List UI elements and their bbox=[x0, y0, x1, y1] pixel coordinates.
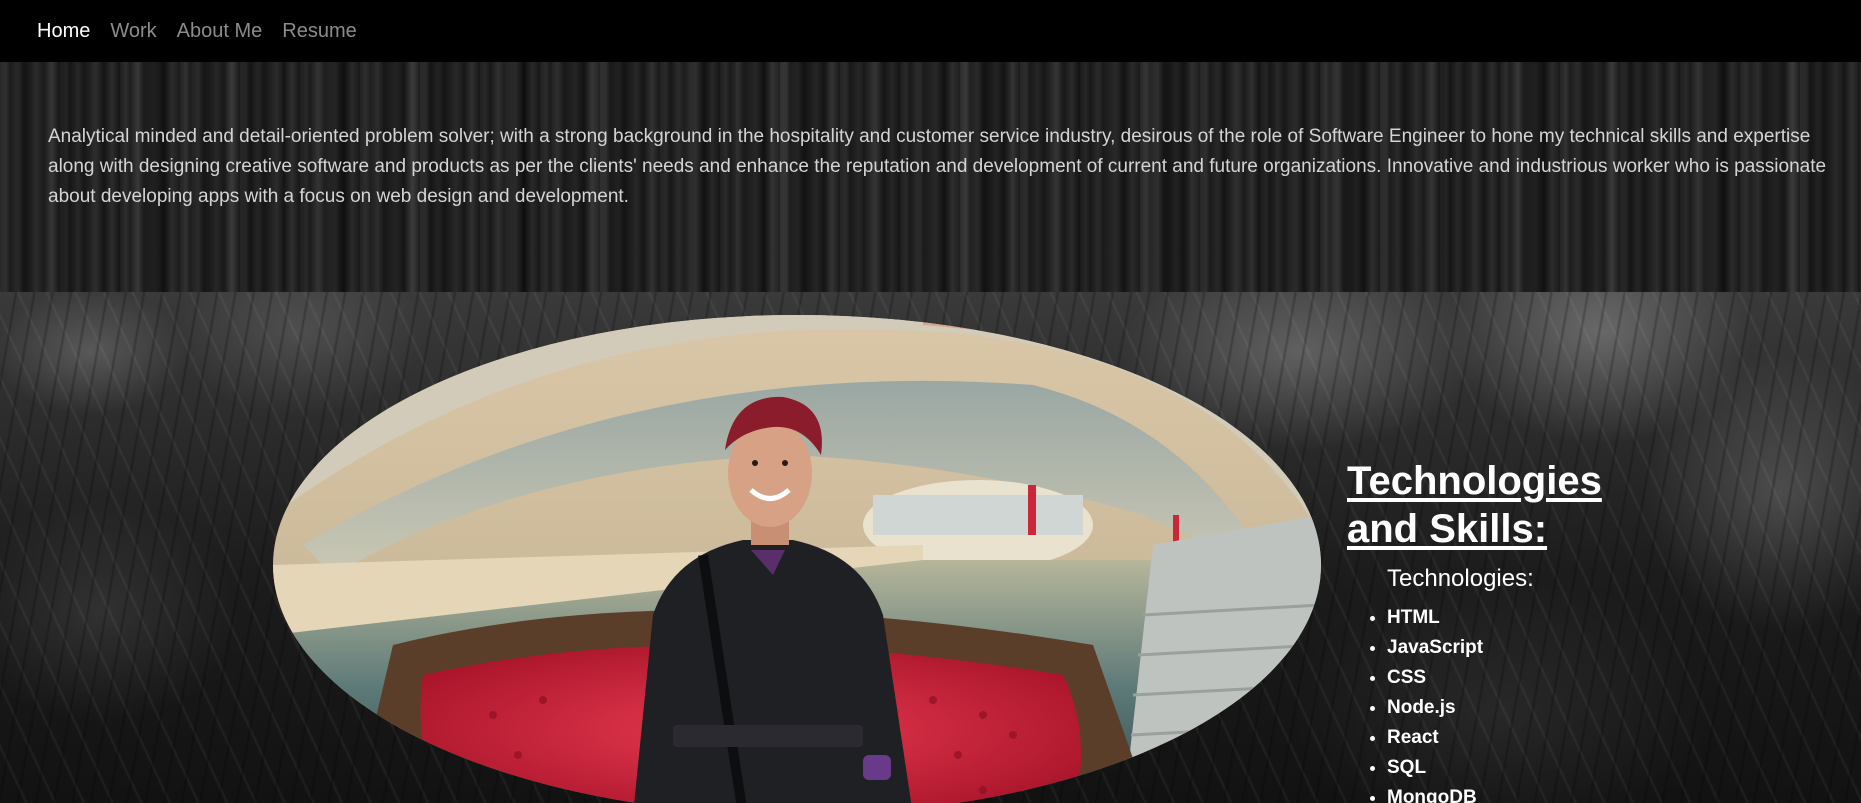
skills-panel: Technologies and Skills: Technologies: H… bbox=[1347, 457, 1687, 803]
skill-item: CSS bbox=[1387, 663, 1687, 693]
bio-section: Analytical minded and detail-oriented pr… bbox=[0, 62, 1861, 292]
skill-item: Node.js bbox=[1387, 693, 1687, 723]
skill-item: React bbox=[1387, 723, 1687, 753]
technologies-subheading: Technologies: bbox=[1387, 565, 1534, 592]
nav-link-resume[interactable]: Resume bbox=[282, 21, 356, 41]
bio-text: Analytical minded and detail-oriented pr… bbox=[48, 126, 1827, 207]
skill-item: SQL bbox=[1387, 753, 1687, 783]
skills-heading: Technologies and Skills: bbox=[1347, 459, 1602, 551]
nav-link-about-me[interactable]: About Me bbox=[177, 21, 263, 41]
skill-item: JavaScript bbox=[1387, 633, 1687, 663]
top-navbar: Home Work About Me Resume bbox=[0, 0, 1861, 62]
nav-link-work[interactable]: Work bbox=[110, 21, 156, 41]
profile-photo bbox=[273, 315, 1321, 803]
nav-link-home[interactable]: Home bbox=[37, 21, 90, 41]
skills-list: HTML JavaScript CSS Node.js React SQL Mo… bbox=[1347, 603, 1687, 803]
skill-item: MongoDB bbox=[1387, 783, 1687, 803]
hero-section: Technologies and Skills: Technologies: H… bbox=[0, 292, 1861, 803]
skill-item: HTML bbox=[1387, 603, 1687, 633]
